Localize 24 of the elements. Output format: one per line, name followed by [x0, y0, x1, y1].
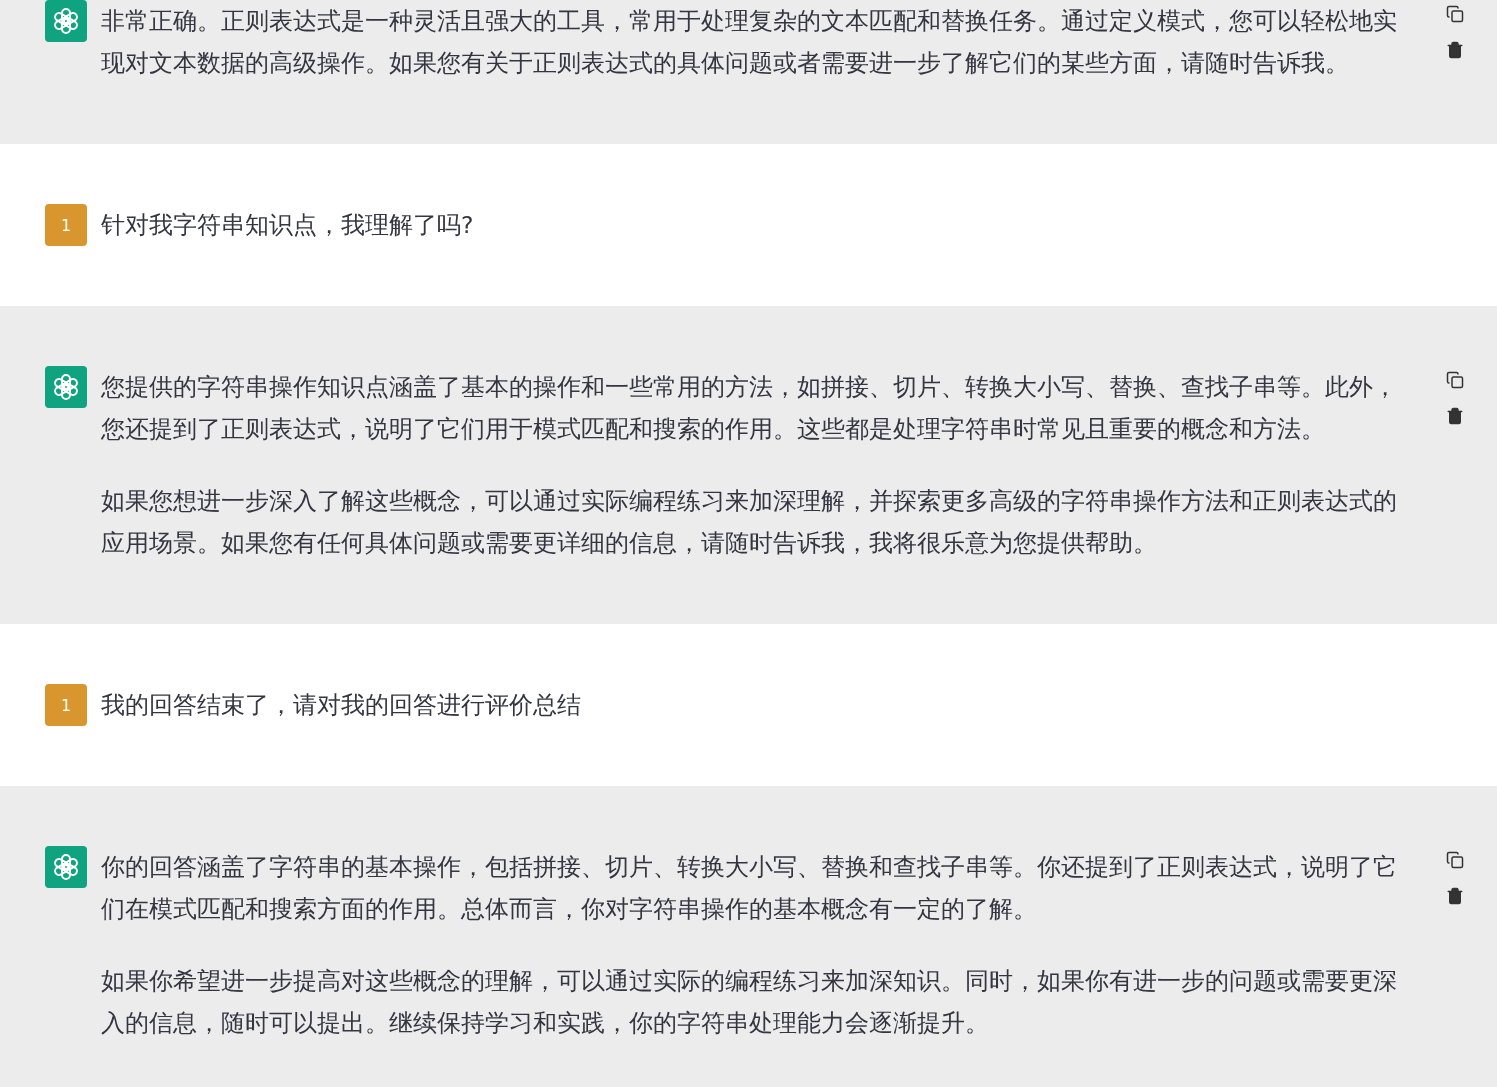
copy-icon: [1446, 371, 1464, 389]
trash-icon: [1446, 887, 1464, 905]
logo-icon: [51, 372, 81, 402]
user-avatar: 1: [45, 204, 87, 246]
message-text: 我的回答结束了，请对我的回答进行评价总结: [101, 690, 582, 721]
delete-button[interactable]: [1445, 406, 1465, 426]
message-text: 针对我字符串知识点，我理解了吗?: [101, 210, 475, 241]
copy-button[interactable]: [1445, 370, 1465, 390]
copy-button[interactable]: [1445, 850, 1465, 870]
delete-button[interactable]: [1445, 40, 1465, 60]
logo-icon: [51, 6, 81, 36]
delete-button[interactable]: [1445, 886, 1465, 906]
message-text: 非常正确。正则表达式是一种灵活且强大的工具，常用于处理复杂的文本匹配和替换任务。通过定义模式，您可以轻松地实现对文本数据的高级操作。如果您有关于正则表达式的具体问题或者需要进一步了解它们的某些方面，请随时告诉我。: [101, 6, 1398, 79]
copy-icon: [1446, 5, 1464, 23]
user-avatar: 1: [45, 684, 87, 726]
copy-button[interactable]: [1445, 4, 1465, 24]
trash-icon: [1446, 407, 1464, 425]
message-text: 您提供的字符串操作知识点涵盖了基本的操作和一些常用的方法，如拼接、切片、转换大小写、替换、查找子串等。此外，您还提到了正则表达式，说明了它们用于模式匹配和搜索的作用。这些都是处理字符串时常见且重要的概念和方法。: [101, 372, 1398, 445]
message-text: 你的回答涵盖了字符串的基本操作，包括拼接、切片、转换大小写、替换和查找子串等。你还提到了正则表达式，说明了它们在模式匹配和搜索方面的作用。总体而言，你对字符串操作的基本概念有一定的了解。: [101, 852, 1398, 925]
copy-icon: [1446, 851, 1464, 869]
message-text: 如果你希望进一步提高对这些概念的理解，可以通过实际的编程练习来加深知识。同时，如果你有进一步的问题或需要更深入的信息，随时可以提出。继续保持学习和实践，你的字符串处理能力会逐渐提升。: [101, 966, 1398, 1039]
trash-icon: [1446, 41, 1464, 59]
message-text: 如果您想进一步深入了解这些概念，可以通过实际编程练习来加深理解，并探索更多高级的字符串操作方法和正则表达式的应用场景。如果您有任何具体问题或需要更详细的信息，请随时告诉我，我将很乐意为您提供帮助。: [101, 486, 1398, 559]
logo-icon: [51, 852, 81, 882]
